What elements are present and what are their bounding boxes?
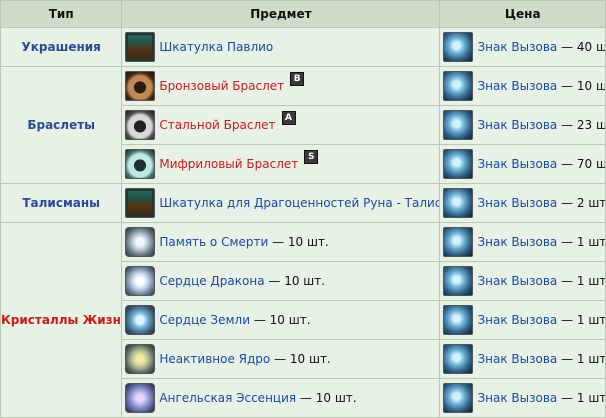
challenge-token-icon[interactable] (443, 110, 474, 140)
challenge-token-icon[interactable] (443, 32, 474, 62)
item-quantity: — 10 шт. (296, 391, 357, 405)
header-type: Тип (1, 1, 122, 27)
price-amount: — 23 шт. (561, 118, 605, 132)
item-quantity: — 10 шт. (264, 274, 326, 288)
price-cell: Знак Вызова — 40 шт. (440, 28, 605, 66)
item-link[interactable]: Шкатулка для Драгоценностей Руна - Талис… (159, 196, 439, 210)
price-amount: — 40 шт. (561, 40, 605, 54)
price-amount: — 1 шт. (557, 352, 605, 366)
price-cell: Знак Вызова — 1 шт. (440, 262, 605, 300)
mithril-bracelet-icon[interactable] (125, 149, 156, 179)
price-cell: Знак Вызова — 1 шт. (440, 223, 605, 261)
table-row: Браслеты Бронзовый Браслет B Знак Вызова… (1, 67, 605, 183)
challenge-token-icon[interactable] (443, 305, 474, 335)
item-cell: Неактивное Ядро — 10 шт. (122, 340, 440, 378)
steel-bracelet-icon[interactable] (125, 110, 156, 140)
price-cell: Знак Вызова — 2 шт. (440, 184, 605, 222)
currency-link[interactable]: Знак Вызова (477, 274, 557, 288)
item-quantity: — 10 шт. (250, 313, 311, 327)
price-amount: — 1 шт. (557, 313, 605, 327)
item-link[interactable]: Ангельская Эссенция (159, 391, 296, 405)
item-link[interactable]: Бронзовый Браслет (159, 79, 284, 93)
item-cell: Шкатулка Павлио (122, 28, 440, 66)
category-life-crystals: Кристаллы Жизни (1, 223, 122, 417)
price-cell: Знак Вызова — 23 шт. (440, 106, 605, 144)
currency-link[interactable]: Знак Вызова (477, 118, 557, 132)
rune-jewel-box-icon[interactable] (125, 188, 156, 218)
item-link[interactable]: Стальной Браслет (159, 118, 275, 132)
item-link[interactable]: Мифриловый Браслет (159, 157, 298, 171)
currency-link[interactable]: Знак Вызова (477, 157, 557, 171)
header-price: Цена (440, 1, 605, 27)
angel-essence-crystal-icon[interactable] (125, 383, 156, 413)
item-cell: Бронзовый Браслет B (122, 67, 440, 105)
earth-heart-crystal-icon[interactable] (125, 305, 156, 335)
challenge-token-icon[interactable] (443, 188, 474, 218)
grade-badge: B (290, 72, 305, 86)
bronze-bracelet-icon[interactable] (125, 71, 156, 101)
category-bracelets: Браслеты (1, 67, 122, 183)
item-quantity: — 10 шт. (270, 352, 331, 366)
price-cell: Знак Вызова — 70 шт. (440, 145, 605, 183)
item-link[interactable]: Неактивное Ядро (159, 352, 270, 366)
jewel-box-icon[interactable] (125, 32, 156, 62)
header-item: Предмет (122, 1, 440, 27)
challenge-token-icon[interactable] (443, 71, 474, 101)
currency-link[interactable]: Знак Вызова (477, 235, 557, 249)
price-cell: Знак Вызова — 1 шт. (440, 379, 605, 417)
item-cell: Мифриловый Браслет S (122, 145, 440, 183)
price-amount: — 10 шт. (561, 79, 605, 93)
currency-link[interactable]: Знак Вызова (477, 40, 557, 54)
inactive-core-crystal-icon[interactable] (125, 344, 156, 374)
challenge-token-icon[interactable] (443, 383, 474, 413)
item-cell: Стальной Браслет A (122, 106, 440, 144)
item-cell: Шкатулка для Драгоценностей Руна - Талис… (122, 184, 440, 222)
price-amount: — 1 шт. (557, 274, 605, 288)
price-cell: Знак Вызова — 1 шт. (440, 301, 605, 339)
currency-link[interactable]: Знак Вызова (477, 313, 557, 327)
price-cell: Знак Вызова — 1 шт. (440, 340, 605, 378)
category-talismans: Талисманы (1, 184, 122, 222)
price-amount: — 1 шт. (557, 391, 605, 405)
table-row: Кристаллы Жизни Память о Смерти — 10 шт.… (1, 223, 605, 417)
item-link[interactable]: Шкатулка Павлио (159, 40, 273, 54)
price-amount: — 1 шт. (557, 235, 605, 249)
table-row: Талисманы Шкатулка для Драгоценностей Ру… (1, 184, 605, 222)
price-amount: — 2 шт. (557, 196, 605, 210)
item-cell: Сердце Земли — 10 шт. (122, 301, 440, 339)
category-jewelry: Украшения (1, 28, 122, 66)
currency-link[interactable]: Знак Вызова (477, 79, 557, 93)
memory-of-death-crystal-icon[interactable] (125, 227, 156, 257)
item-link[interactable]: Память о Смерти (159, 235, 268, 249)
grade-badge: A (281, 111, 296, 125)
table-row: Украшения Шкатулка Павлио Знак Вызова — … (1, 28, 605, 66)
challenge-token-icon[interactable] (443, 149, 474, 179)
dragon-heart-crystal-icon[interactable] (125, 266, 156, 296)
currency-link[interactable]: Знак Вызова (477, 352, 557, 366)
item-cell: Сердце Дракона — 10 шт. (122, 262, 440, 300)
header-row: Тип Предмет Цена (1, 1, 605, 27)
price-cell: Знак Вызова — 10 шт. (440, 67, 605, 105)
challenge-token-icon[interactable] (443, 266, 474, 296)
shop-table: Тип Предмет Цена Украшения Шкатулка Павл… (0, 0, 606, 418)
currency-link[interactable]: Знак Вызова (477, 391, 557, 405)
item-cell: Память о Смерти — 10 шт. (122, 223, 440, 261)
item-cell: Ангельская Эссенция — 10 шт. (122, 379, 440, 417)
item-quantity: — 10 шт. (268, 235, 329, 249)
grade-badge: S (304, 150, 319, 164)
price-amount: — 70 шт. (561, 157, 605, 171)
item-link[interactable]: Сердце Земли (159, 313, 250, 327)
item-link[interactable]: Сердце Дракона (159, 274, 264, 288)
challenge-token-icon[interactable] (443, 344, 474, 374)
challenge-token-icon[interactable] (443, 227, 474, 257)
currency-link[interactable]: Знак Вызова (477, 196, 557, 210)
